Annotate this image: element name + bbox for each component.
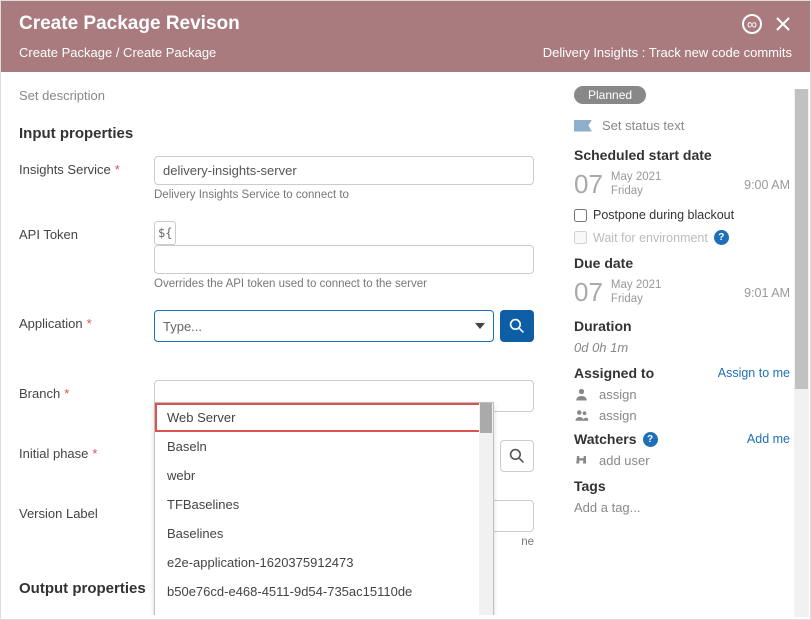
dropdown-item[interactable]: Baselines <box>155 519 493 548</box>
people-icon <box>574 408 589 423</box>
dropdown-item[interactable]: Baseln <box>155 432 493 461</box>
infinity-icon[interactable]: ∞ <box>742 14 762 34</box>
watchers-heading: Watchers ? <box>574 431 658 447</box>
scheduled-start-heading: Scheduled start date <box>574 147 790 163</box>
scheduled-weekday: Friday <box>611 185 662 199</box>
due-time: 9:01 AM <box>744 286 790 300</box>
initial-phase-search-button[interactable] <box>500 440 534 472</box>
due-weekday: Friday <box>611 293 662 307</box>
add-user-row[interactable]: add user <box>574 453 790 468</box>
due-month: May 2021 <box>611 279 662 293</box>
assign-to-me-link[interactable]: Assign to me <box>718 366 790 380</box>
add-me-link[interactable]: Add me <box>747 432 790 446</box>
dropdown-item-web-server[interactable]: Web Server <box>155 403 493 432</box>
binoculars-icon <box>574 453 589 468</box>
status-text-input[interactable]: Set status text <box>602 118 684 133</box>
assign-team-row[interactable]: assign <box>574 408 790 423</box>
close-icon[interactable] <box>774 15 792 33</box>
help-icon[interactable]: ? <box>714 230 729 245</box>
insights-service-input[interactable] <box>154 156 534 185</box>
dialog-title: Create Package Revison <box>19 13 240 35</box>
insights-link[interactable]: Delivery Insights : Track new code commi… <box>543 45 792 60</box>
scheduled-time: 9:00 AM <box>744 178 790 192</box>
api-token-input[interactable] <box>154 245 534 274</box>
wait-env-checkbox <box>574 231 587 244</box>
due-date-heading: Due date <box>574 255 790 271</box>
postpone-label: Postpone during blackout <box>593 208 734 222</box>
due-date[interactable]: 07 May 2021Friday 9:01 AM <box>574 277 790 308</box>
assigned-heading: Assigned to <box>574 365 654 381</box>
application-combobox[interactable] <box>154 310 494 342</box>
breadcrumb[interactable]: Create Package / Create Package <box>19 45 216 60</box>
api-token-label: API Token <box>19 221 154 242</box>
tags-heading: Tags <box>574 478 790 494</box>
postpone-checkbox-row[interactable]: Postpone during blackout <box>574 208 790 222</box>
duration-heading: Duration <box>574 318 790 334</box>
insights-service-label: Insights Service* <box>19 156 154 177</box>
api-token-help: Overrides the API token used to connect … <box>154 278 534 290</box>
wait-env-label: Wait for environment <box>593 231 708 245</box>
help-icon[interactable]: ? <box>643 432 658 447</box>
dropdown-item[interactable]: e2e-application-1620375912473 <box>155 548 493 577</box>
dropdown-item[interactable]: e2e-application-1620358911024 <box>155 606 493 615</box>
assign-team-text: assign <box>599 408 637 423</box>
add-user-text: add user <box>599 453 650 468</box>
person-icon <box>574 387 589 402</box>
status-pill[interactable]: Planned <box>574 86 646 104</box>
version-label-label: Version Label <box>19 500 154 521</box>
expression-toggle-icon[interactable]: ${ <box>154 221 176 245</box>
dropdown-item[interactable]: b50e76cd-e468-4511-9d54-735ac15110de <box>155 577 493 606</box>
application-label: Application* <box>19 310 154 331</box>
set-description[interactable]: Set description <box>19 88 560 103</box>
scheduled-day: 07 <box>574 169 603 200</box>
application-dropdown: Web Server Baseln webr TFBaselines Basel… <box>154 402 494 615</box>
dropdown-item[interactable]: webr <box>155 461 493 490</box>
assign-text: assign <box>599 387 637 402</box>
flag-icon <box>574 120 592 132</box>
scheduled-month: May 2021 <box>611 171 662 185</box>
duration-value: 0d 0h 1m <box>574 340 790 355</box>
initial-phase-label: Initial phase* <box>19 440 154 461</box>
chevron-down-icon[interactable] <box>475 323 485 329</box>
postpone-checkbox[interactable] <box>574 209 587 222</box>
insights-service-help: Delivery Insights Service to connect to <box>154 189 534 201</box>
add-tag-input[interactable]: Add a tag... <box>574 500 790 515</box>
assign-person-row[interactable]: assign <box>574 387 790 402</box>
dropdown-item[interactable]: TFBaselines <box>155 490 493 519</box>
application-input[interactable] <box>163 319 475 334</box>
branch-label: Branch* <box>19 380 154 401</box>
due-day: 07 <box>574 277 603 308</box>
application-search-button[interactable] <box>500 310 534 342</box>
dropdown-scrollbar[interactable] <box>479 403 493 615</box>
scheduled-date[interactable]: 07 May 2021Friday 9:00 AM <box>574 169 790 200</box>
page-scrollbar[interactable] <box>794 89 809 617</box>
input-properties-heading: Input properties <box>19 125 560 142</box>
wait-env-checkbox-row: Wait for environment ? <box>574 230 790 245</box>
